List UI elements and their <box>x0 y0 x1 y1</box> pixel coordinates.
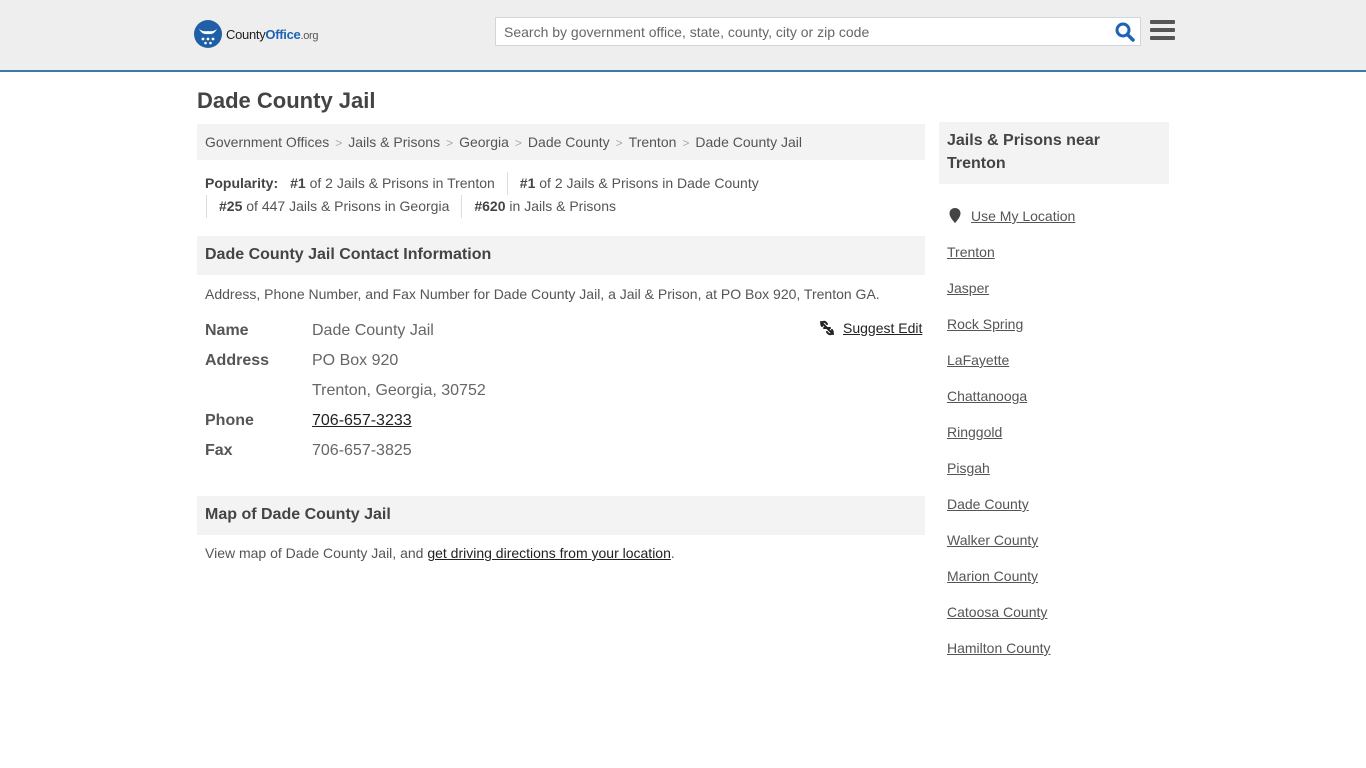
nearby-link-trenton[interactable]: Trenton <box>947 244 995 260</box>
nearby-link[interactable]: LaFayette <box>947 342 1075 378</box>
address-label: Address <box>205 352 270 369</box>
nearby-link[interactable]: Marion County <box>947 558 1075 594</box>
nearby-list: Use My Location Trenton Jasper Rock Spri… <box>947 198 1075 666</box>
suggest-edit-link[interactable]: Suggest Edit <box>843 320 922 336</box>
use-my-location[interactable]: Use My Location <box>947 198 1075 234</box>
nearby-link[interactable]: Trenton <box>947 234 1075 270</box>
hamburger-menu-icon[interactable] <box>1150 20 1175 42</box>
page-title: Dade County Jail <box>197 88 376 113</box>
contact-info-table: Name Dade County Jail Address PO Box 920 T… <box>205 316 486 466</box>
nearby-link-dade-county[interactable]: Dade County <box>947 496 1029 512</box>
map-pin-icon <box>947 208 963 224</box>
fax-value: 706-657-3825 <box>312 442 412 459</box>
nearby-link-marion-county[interactable]: Marion County <box>947 568 1038 584</box>
nearby-link[interactable]: Hamilton County <box>947 630 1075 666</box>
nearby-link-ringgold[interactable]: Ringgold <box>947 424 1002 440</box>
map-heading: Map of Dade County Jail <box>197 496 925 535</box>
popularity-rank: #620 in Jails & Prisons <box>461 195 628 218</box>
breadcrumb-separator: > <box>682 136 690 150</box>
nearby-link-jasper[interactable]: Jasper <box>947 280 989 296</box>
phone-link[interactable]: 706-657-3233 <box>312 412 412 429</box>
nearby-link[interactable]: Dade County <box>947 486 1075 522</box>
breadcrumb-separator: > <box>335 136 343 150</box>
nearby-link-rock-spring[interactable]: Rock Spring <box>947 316 1023 332</box>
breadcrumb: Government Offices > Jails & Prisons > Georg… <box>197 124 925 160</box>
nearby-link[interactable]: Jasper <box>947 270 1075 306</box>
name-label: Name <box>205 322 249 339</box>
breadcrumb-dade-county[interactable]: Dade County <box>528 134 610 150</box>
contact-heading: Dade County Jail Contact Information <box>197 236 925 275</box>
phone-label: Phone <box>205 412 254 429</box>
breadcrumb-government-offices[interactable]: Government Offices <box>205 134 329 150</box>
address-line2: Trenton, Georgia, 30752 <box>312 382 486 399</box>
popularity-rank: #25 of 447 Jails & Prisons in Georgia <box>206 195 461 218</box>
name-value: Dade County Jail <box>312 322 434 339</box>
contact-description: Address, Phone Number, and Fax Number fo… <box>205 286 880 302</box>
popularity-rank: #1 of 2 Jails & Prisons in Dade County <box>506 172 771 195</box>
address-line1: PO Box 920 <box>312 352 399 369</box>
nearby-link-pisgah[interactable]: Pisgah <box>947 460 990 476</box>
search-input[interactable] <box>496 18 1096 45</box>
breadcrumb-jails-prisons[interactable]: Jails & Prisons <box>348 134 440 150</box>
use-my-location-link[interactable]: Use My Location <box>971 208 1075 224</box>
search-box <box>495 17 1141 46</box>
popularity-rank: #1 of 2 Jails & Prisons in Trenton <box>290 175 495 191</box>
fax-label: Fax <box>205 442 233 459</box>
nearby-link[interactable]: Walker County <box>947 522 1075 558</box>
edit-unlink-icon <box>820 320 834 336</box>
site-header: CountyOffice.org <box>0 0 1366 72</box>
nearby-link-lafayette[interactable]: LaFayette <box>947 352 1009 368</box>
site-logo[interactable]: CountyOffice.org <box>194 20 318 48</box>
breadcrumb-separator: > <box>615 136 623 150</box>
nearby-link[interactable]: Catoosa County <box>947 594 1075 630</box>
info-row-address: Address PO Box 920 <box>205 346 486 376</box>
breadcrumb-trenton[interactable]: Trenton <box>629 134 677 150</box>
nearby-link-chattanooga[interactable]: Chattanooga <box>947 388 1027 404</box>
search-icon <box>1115 22 1135 42</box>
suggest-edit-button[interactable]: Suggest Edit <box>819 320 922 336</box>
nearby-link[interactable]: Chattanooga <box>947 378 1075 414</box>
info-row-name: Name Dade County Jail <box>205 316 486 346</box>
nearby-link-hamilton-county[interactable]: Hamilton County <box>947 640 1051 656</box>
eagle-logo-icon <box>194 20 222 48</box>
nearby-link[interactable]: Rock Spring <box>947 306 1075 342</box>
driving-directions-link[interactable]: get driving directions from your locatio… <box>427 545 671 561</box>
info-row-fax: Fax 706-657-3825 <box>205 436 486 466</box>
sidebar-heading: Jails & Prisons near Trenton <box>939 122 1169 184</box>
breadcrumb-separator: > <box>446 136 454 150</box>
nearby-link[interactable]: Pisgah <box>947 450 1075 486</box>
info-row-address2: Trenton, Georgia, 30752 <box>205 376 486 406</box>
popularity-label: Popularity: <box>205 175 279 191</box>
nearby-link[interactable]: Ringgold <box>947 414 1075 450</box>
logo-text: CountyOffice.org <box>226 26 319 42</box>
info-row-phone: Phone 706-657-3233 <box>205 406 486 436</box>
breadcrumb-current: Dade County Jail <box>695 134 803 150</box>
breadcrumb-separator: > <box>514 136 522 150</box>
nearby-link-walker-county[interactable]: Walker County <box>947 532 1038 548</box>
breadcrumb-georgia[interactable]: Georgia <box>459 134 509 150</box>
map-description: View map of Dade County Jail, and get dr… <box>205 545 675 561</box>
popularity-section: Popularity: #1 of 2 Jails & Prisons in T… <box>205 172 925 218</box>
nearby-link-catoosa-county[interactable]: Catoosa County <box>947 604 1047 620</box>
search-button[interactable] <box>1114 21 1136 43</box>
